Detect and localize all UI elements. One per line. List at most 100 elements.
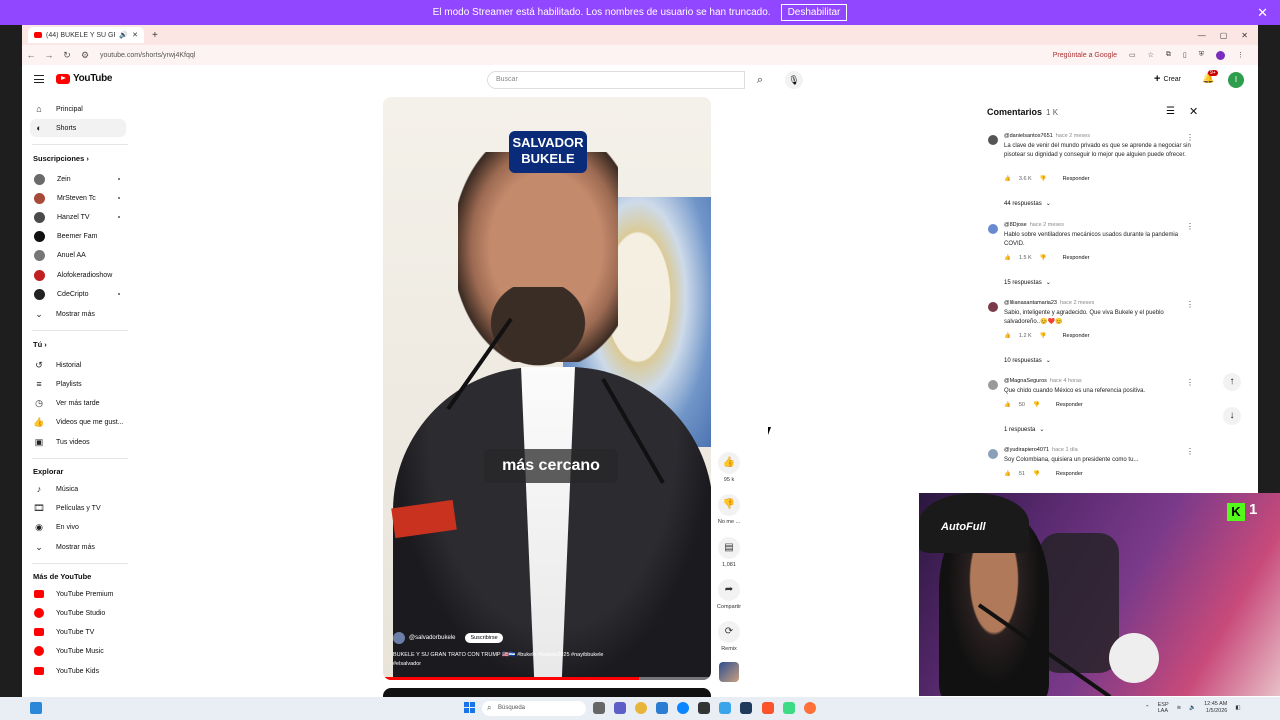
shield-icon[interactable]: ⛨ (1199, 51, 1204, 59)
thumbs-up-icon[interactable]: 👍 (1004, 402, 1011, 408)
clock[interactable]: 12:45 AM 1/5/2026 (1204, 701, 1227, 715)
chat-app-icon[interactable] (614, 702, 626, 714)
subscription-item[interactable]: CdeCripto (30, 285, 126, 303)
close-icon[interactable]: ✕ (1189, 105, 1198, 118)
replies-toggle[interactable]: 10 respuestas ⌄ (1004, 357, 1051, 365)
subscription-item[interactable]: MrSteven Tc (30, 189, 126, 207)
brave-icon[interactable] (762, 702, 774, 714)
subscription-item[interactable]: Hanzel TV (30, 208, 126, 226)
extensions-icon[interactable]: ⧉ (1166, 51, 1171, 59)
sidebar-item-tv[interactable]: YouTube TV (30, 623, 126, 641)
create-button[interactable]: + Crear (1154, 73, 1181, 85)
sidebar-item-liked[interactable]: 👍 Videos que me gust... (30, 413, 126, 431)
taskbar-search-input[interactable]: Búsqueda (482, 701, 586, 716)
channel-avatar[interactable] (393, 632, 405, 644)
sidebar-item-watch-later[interactable]: ◷ Ver más tarde (30, 394, 126, 412)
new-tab-icon[interactable]: + (152, 30, 158, 41)
notifications-bell-icon[interactable]: 🔔 9+ (1202, 70, 1218, 84)
thumbs-down-icon[interactable]: 👎 (1033, 402, 1040, 408)
reply-button[interactable]: Responder (1063, 255, 1090, 261)
you-heading[interactable]: Tú › (33, 340, 47, 349)
browser-tab[interactable]: (44) BUKELE Y SU GRAN TI... 🔊 ✕ (28, 27, 144, 43)
dislike-button[interactable]: 👎 No me ... (711, 494, 747, 525)
comment-user[interactable]: @lilianasantamaria23 (1004, 300, 1057, 306)
sort-icon[interactable]: ☰ (1166, 106, 1175, 117)
comment-avatar[interactable] (988, 135, 998, 145)
thumbs-up-icon[interactable]: 👍 (1004, 333, 1011, 339)
sidebar-item-principal[interactable]: ⌂ Principal (30, 100, 126, 118)
forward-icon[interactable]: → (40, 50, 58, 60)
comment-user[interactable]: @MagnaSeguros (1004, 378, 1047, 384)
windows-start-icon[interactable] (464, 702, 475, 713)
show-more-subscriptions[interactable]: ⌄ Mostrar más (30, 305, 126, 323)
sidebar-item-playlists[interactable]: ≡ Playlists (30, 375, 126, 393)
sidebar-item-music[interactable]: ♪ Música (30, 480, 126, 498)
more-icon[interactable]: ⋮ (1186, 300, 1194, 309)
reply-button[interactable]: Responder (1056, 402, 1083, 408)
comment-avatar[interactable] (988, 449, 998, 459)
more-icon[interactable]: ⋮ (1186, 447, 1194, 456)
remix-button[interactable]: ⟳ Remix (711, 621, 747, 652)
youtube-logo[interactable]: YouTube (56, 73, 113, 84)
close-window-icon[interactable]: ✕ (1241, 31, 1248, 40)
reply-button[interactable]: Responder (1056, 471, 1083, 477)
firefox-icon[interactable] (804, 702, 816, 714)
menu-icon[interactable] (34, 75, 44, 83)
more-icon[interactable]: ⋮ (1186, 133, 1194, 142)
sidebar-item-history[interactable]: ↺ Historial (30, 356, 126, 374)
back-icon[interactable]: ← (22, 50, 40, 60)
disable-streamer-button[interactable]: Deshabilitar (780, 4, 848, 21)
explorer-icon[interactable] (656, 702, 668, 714)
sidebar-item-premium[interactable]: YouTube Premium (30, 585, 126, 603)
more-icon[interactable]: ⋮ (1186, 222, 1194, 231)
reply-button[interactable]: Responder (1063, 333, 1090, 339)
thumbs-down-icon[interactable]: 👎 (1040, 176, 1047, 182)
task-view-icon[interactable] (593, 702, 605, 714)
volume-icon[interactable]: 🔈 (1189, 705, 1196, 711)
channel-name[interactable]: @salvadorbukele (409, 635, 455, 641)
chevron-up-icon[interactable]: ⌃ (1145, 705, 1150, 711)
search-input[interactable]: Buscar (487, 71, 745, 89)
bookmark-star-icon[interactable]: ☆ (1148, 51, 1154, 59)
next-short-arrow-icon[interactable]: ↓ (1223, 407, 1241, 425)
app-icon[interactable] (719, 702, 731, 714)
search-icon[interactable]: ⌕ (745, 71, 775, 89)
thumbs-down-icon[interactable]: 👎 (1033, 471, 1040, 477)
comment-avatar[interactable] (988, 380, 998, 390)
comment-avatar[interactable] (988, 302, 998, 312)
minimize-icon[interactable]: — (1198, 31, 1206, 40)
language-indicator[interactable]: ESP LAA (1158, 702, 1169, 714)
sidebar-item-movies[interactable]: 🎞 Películas y TV (30, 499, 126, 517)
microphone-icon[interactable]: 🎙 (785, 71, 803, 89)
shorts-video-player[interactable]: SALVADOR BUKELE más cercano @salvadorbuk… (383, 97, 711, 680)
comment-user[interactable]: @yudirapiero4071 (1004, 447, 1049, 453)
previous-short-arrow-icon[interactable]: ↑ (1223, 373, 1241, 391)
replies-toggle[interactable]: 15 respuestas ⌄ (1004, 279, 1051, 287)
sidebar-item-live[interactable]: ◉ En vivo (30, 518, 126, 536)
sidebar-icon[interactable]: ▯ (1183, 51, 1187, 59)
thumbs-up-icon[interactable]: 👍 (1004, 255, 1011, 261)
reload-icon[interactable]: ↻ (58, 50, 76, 61)
replies-toggle[interactable]: 1 respuesta ⌄ (1004, 426, 1044, 434)
replies-toggle[interactable]: 44 respuestas ⌄ (1004, 200, 1051, 208)
more-icon[interactable]: ⋮ (1186, 378, 1194, 387)
like-button[interactable]: 👍 95 k (711, 452, 747, 483)
thumbs-down-icon[interactable]: 👎 (1040, 255, 1047, 261)
account-avatar[interactable]: I (1228, 72, 1244, 88)
reply-button[interactable]: Responder (1063, 176, 1090, 182)
sidebar-item-your-videos[interactable]: ▣ Tus videos (30, 433, 126, 451)
share-button[interactable]: ➦ Compartir (711, 579, 747, 610)
subscription-item[interactable]: Anuel AA (30, 246, 126, 264)
sidebar-item-kids[interactable]: YouTube Kids (30, 662, 126, 680)
comments-button[interactable]: ▤ 1,081 (711, 537, 747, 568)
thumbs-down-icon[interactable]: 👎 (1040, 333, 1047, 339)
app-icon[interactable] (783, 702, 795, 714)
comment-avatar[interactable] (988, 224, 998, 234)
subscribe-button[interactable]: Suscribirse (465, 633, 503, 643)
subscription-item[interactable]: Alofokeradioshow (30, 266, 126, 284)
thumbs-up-icon[interactable]: 👍 (1004, 471, 1011, 477)
audio-icon[interactable]: 🔊 (119, 31, 128, 39)
app-icon[interactable] (698, 702, 710, 714)
ask-google-button[interactable]: Pregúntale a Google (1053, 52, 1117, 59)
sidebar-item-shorts[interactable]: ◐ Shorts (30, 119, 126, 137)
